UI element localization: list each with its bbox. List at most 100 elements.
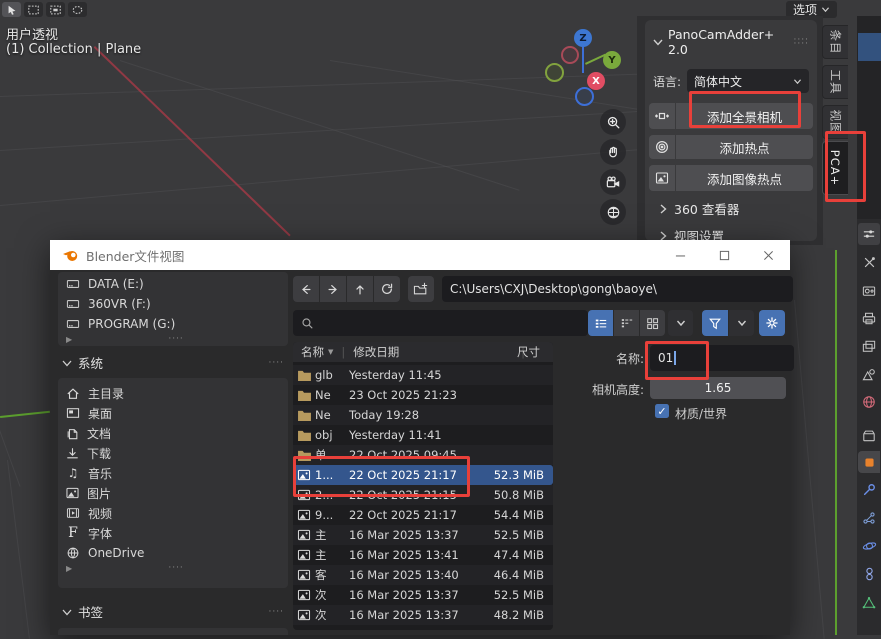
select-mode-toolbar	[2, 2, 87, 17]
file-row[interactable]: objYesterday 11:41	[293, 425, 553, 445]
physics-tab-icon[interactable]	[858, 535, 880, 557]
close-button[interactable]	[746, 240, 790, 270]
viewport-pan-button[interactable]	[600, 139, 626, 165]
file-row[interactable]: 9...22 Oct 2025 21:1754.4 MiB	[293, 505, 553, 525]
file-row[interactable]: NeToday 19:28	[293, 405, 553, 425]
add-image-hotspot-button[interactable]: 添加图像热点	[676, 165, 813, 191]
path-field[interactable]: C:\Users\CXJ\Desktop\gong\baoye\	[442, 276, 793, 302]
gizmo-y-ball[interactable]: Y	[603, 51, 621, 69]
horizontal-list-icon	[620, 317, 634, 330]
file-row[interactable]: 主16 Mar 2025 13:4147.4 MiB	[293, 545, 553, 565]
editor-type-icon[interactable]	[858, 223, 880, 245]
folder-icon	[297, 369, 312, 381]
display-horizontal-list-button[interactable]	[614, 310, 639, 336]
filter-button[interactable]	[702, 310, 728, 336]
add-hotspot-button[interactable]: 添加热点	[676, 135, 813, 159]
download-icon	[66, 447, 79, 460]
minimize-button[interactable]	[658, 240, 702, 270]
display-vertical-list-button[interactable]	[588, 310, 613, 336]
section-360-viewer[interactable]: 360 查看器	[645, 191, 817, 218]
language-dropdown[interactable]: 简体中文	[687, 69, 809, 93]
sidebar-item-videos[interactable]: 视频	[58, 503, 288, 523]
tool-tab-icon[interactable]	[858, 251, 880, 273]
file-row[interactable]: 客16 Mar 2025 13:4046.4 MiB	[293, 565, 553, 585]
material-world-checkbox[interactable]: ✓	[655, 404, 669, 418]
filter-dropdown[interactable]	[729, 310, 754, 336]
sidebar-item-music[interactable]: ♫ 音乐	[58, 463, 288, 483]
nav-forward-button[interactable]	[320, 276, 346, 302]
volume-item[interactable]: DATA (E:)	[58, 274, 288, 294]
viewport-grid-button[interactable]	[600, 199, 626, 225]
gizmo-x-ball[interactable]: X	[587, 72, 605, 90]
file-row[interactable]: 主16 Mar 2025 13:3752.5 MiB	[293, 525, 553, 545]
sidebar-item-home[interactable]: 主目录	[58, 383, 288, 403]
particles-tab-icon[interactable]	[858, 507, 880, 529]
viewport-zoom-button[interactable]	[600, 109, 626, 135]
z-axis-stem	[582, 45, 584, 73]
nav-up-button[interactable]	[347, 276, 373, 302]
settings-button[interactable]	[759, 310, 785, 336]
display-thumbnails-button[interactable]	[640, 310, 665, 336]
view-layer-tab-icon[interactable]	[858, 335, 880, 357]
tab-item[interactable]: 条目	[822, 25, 848, 59]
object-data-tab-icon[interactable]	[858, 591, 880, 613]
refresh-button[interactable]	[374, 276, 400, 302]
world-tab-icon[interactable]	[858, 391, 880, 413]
sidebar-item-fonts[interactable]: F 字体	[58, 523, 288, 543]
gizmo-neg-x-ball[interactable]	[561, 46, 579, 64]
render-tab-icon[interactable]	[858, 279, 880, 301]
outliner-selected-row[interactable]	[858, 33, 881, 61]
camera-height-field[interactable]: 1.65	[650, 377, 786, 399]
volumes-box: DATA (E:) 360VR (F:) PROGRAM (G:) ▶····	[58, 272, 288, 346]
grid-line	[794, 300, 825, 639]
modifiers-tab-icon[interactable]	[858, 479, 880, 501]
search-input[interactable]	[293, 310, 588, 336]
nav-back-button[interactable]	[293, 276, 319, 302]
sidebar-item-documents[interactable]: 文档	[58, 423, 288, 443]
gizmo-neg-y-ball[interactable]	[545, 63, 564, 82]
sort-desc-icon[interactable]: ▼	[328, 348, 333, 356]
maximize-button[interactable]	[702, 240, 746, 270]
select-box-button[interactable]	[24, 2, 43, 17]
collection-tab-icon[interactable]	[858, 424, 880, 446]
bookmarks-box	[58, 628, 288, 635]
new-folder-button[interactable]	[408, 276, 434, 302]
gizmo-neg-z-ball[interactable]	[575, 87, 594, 106]
column-name[interactable]: 名称	[293, 344, 324, 360]
hotspot-icon	[649, 135, 675, 159]
object-tab-icon[interactable]	[858, 451, 880, 473]
gizmo-z-ball[interactable]: Z	[574, 29, 592, 47]
sidebar-item-downloads[interactable]: 下载	[58, 443, 288, 463]
sidebar-item-desktop[interactable]: 桌面	[58, 403, 288, 423]
dialog-titlebar[interactable]: Blender文件视图	[50, 240, 790, 270]
select-lasso-button[interactable]	[68, 2, 87, 17]
volume-item[interactable]: 360VR (F:)	[58, 294, 288, 314]
column-date[interactable]: 修改日期	[353, 344, 399, 360]
system-section-header[interactable]: 系统 ····	[62, 353, 284, 372]
scene-tab-icon[interactable]	[858, 363, 880, 385]
thumbnails-icon	[646, 317, 659, 330]
select-circle-button[interactable]	[46, 2, 65, 17]
column-size[interactable]: 尺寸	[517, 344, 540, 360]
volume-item[interactable]: PROGRAM (G:)	[58, 314, 288, 334]
panel-collapse-icon[interactable]	[653, 38, 663, 46]
tab-tool[interactable]: 工具	[822, 65, 848, 99]
navigation-gizmo[interactable]: Z Y X	[540, 25, 632, 111]
viewport-camera-button[interactable]	[600, 169, 626, 195]
file-row[interactable]: glbYesterday 11:45	[293, 365, 553, 385]
file-row[interactable]: 次16 Mar 2025 13:3748.2 MiB	[293, 605, 553, 625]
file-row[interactable]: Ne23 Oct 2025 21:23	[293, 385, 553, 405]
pano-camera-icon	[649, 103, 675, 129]
select-tweak-button[interactable]	[2, 2, 21, 17]
output-tab-icon[interactable]	[858, 307, 880, 329]
constraints-tab-icon[interactable]	[858, 563, 880, 585]
sidebar-item-onedrive[interactable]: OneDrive	[58, 543, 288, 563]
chevron-down-icon	[737, 319, 747, 327]
bookmarks-section-header[interactable]: 书签 ····	[62, 602, 284, 621]
documents-icon	[66, 427, 79, 440]
sidebar-item-pictures[interactable]: 图片	[58, 483, 288, 503]
annotation-box-pca-tab	[825, 131, 866, 202]
file-row[interactable]: 次16 Mar 2025 13:3752.5 MiB	[293, 585, 553, 605]
panel-drag-dots[interactable]: ········	[794, 38, 809, 46]
display-mode-dropdown[interactable]	[668, 310, 693, 336]
